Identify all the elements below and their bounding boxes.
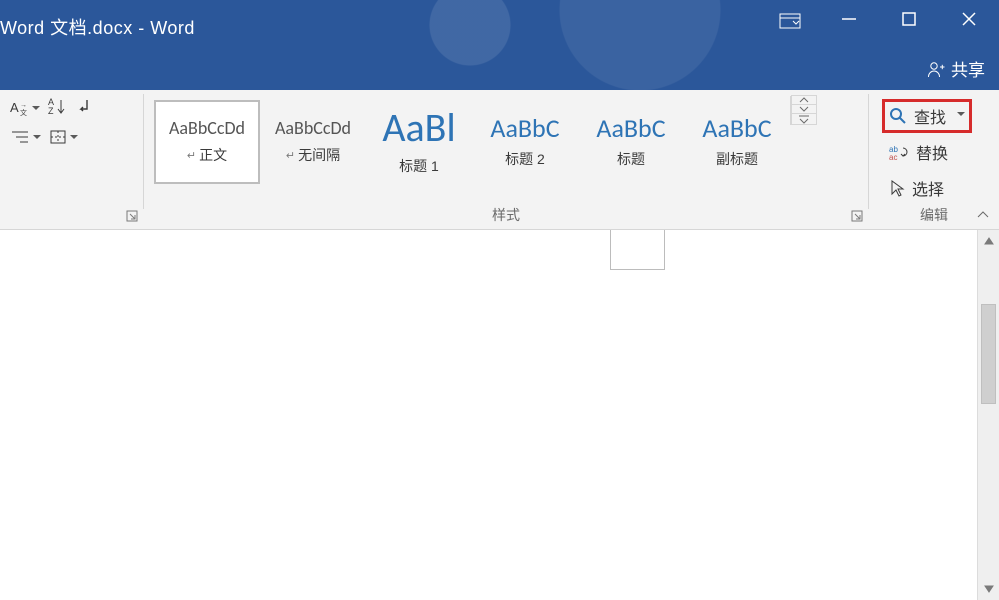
styles-gallery-scroll	[790, 96, 816, 125]
svg-text:ac: ac	[889, 153, 897, 160]
window-controls	[819, 0, 999, 38]
style-preview: AaBbC	[702, 115, 771, 141]
scroll-down-button[interactable]	[978, 578, 999, 600]
share-button[interactable]: 共享	[927, 56, 985, 81]
select-button[interactable]: 选择	[885, 174, 969, 202]
svg-text:Z: Z	[48, 106, 54, 115]
styles-group: AaBbCcDd ↵正文 AaBbCcDd ↵无间隔 AaBl 标题 1 AaBbC 标题 2…	[144, 90, 868, 229]
style-item[interactable]: AaBbC 标题	[578, 100, 684, 184]
asian-layout-icon: A→文	[10, 99, 28, 117]
cursor-icon	[889, 179, 905, 197]
borders-button[interactable]	[49, 129, 78, 145]
asian-layout-button[interactable]: A→文	[10, 99, 40, 117]
paragraph-mark-icon: ↵	[286, 149, 295, 162]
svg-text:→: →	[20, 102, 27, 109]
find-dropdown-caret	[953, 107, 965, 125]
close-button[interactable]	[939, 0, 999, 38]
style-name: ↵正文	[187, 145, 227, 165]
sort-button[interactable]: AZ	[48, 97, 66, 119]
replace-icon: abac	[889, 144, 909, 160]
paragraph-dialog-launcher[interactable]	[125, 207, 139, 221]
styles-group-label: 样式	[144, 205, 868, 229]
paragraph-group-label	[0, 205, 143, 229]
scrollbar-thumb[interactable]	[981, 304, 996, 404]
scroll-up-button[interactable]	[978, 230, 999, 252]
styles-dialog-launcher[interactable]	[850, 207, 864, 221]
share-label: 共享	[951, 56, 985, 81]
style-name: 标题 1	[399, 156, 439, 176]
style-item[interactable]: AaBbCcDd ↵正文	[154, 100, 260, 184]
styles-gallery: AaBbCcDd ↵正文 AaBbCcDd ↵无间隔 AaBl 标题 1 AaBbC 标题 2…	[154, 100, 790, 188]
ribbon-display-options-button[interactable]	[767, 8, 813, 34]
vertical-scrollbar[interactable]	[977, 230, 999, 600]
collapse-ribbon-button[interactable]	[975, 208, 991, 227]
style-item[interactable]: AaBbC 标题 2	[472, 100, 578, 184]
borders-icon	[49, 129, 67, 145]
window-title: Word 文档.docx - Word	[0, 14, 195, 40]
style-name: 标题 2	[505, 149, 545, 169]
list-indent-button[interactable]	[10, 129, 41, 145]
search-icon	[889, 107, 907, 125]
style-name: ↵无间隔	[286, 145, 340, 165]
style-item[interactable]: AaBbCcDd ↵无间隔	[260, 100, 366, 184]
show-paragraph-marks-button[interactable]	[74, 96, 92, 119]
style-item[interactable]: AaBbC 副标题	[684, 100, 790, 184]
find-label: 查找	[914, 104, 946, 128]
document-page[interactable]	[0, 230, 977, 600]
select-label: 选择	[912, 176, 944, 200]
sort-icon: AZ	[48, 97, 66, 115]
maximize-button[interactable]	[879, 0, 939, 38]
replace-label: 替换	[916, 140, 948, 164]
list-indent-icon	[10, 129, 30, 145]
paragraph-group: A→文 AZ	[0, 90, 143, 229]
style-name: 副标题	[716, 149, 758, 169]
ribbon: A→文 AZ	[0, 90, 999, 230]
find-button[interactable]: 查找	[885, 102, 969, 130]
document-area	[0, 230, 999, 600]
scrollbar-track[interactable]	[978, 252, 999, 578]
share-person-icon	[927, 60, 945, 78]
paragraph-mark-icon: ↵	[187, 149, 196, 162]
style-preview: AaBbCcDd	[275, 119, 351, 137]
style-item[interactable]: AaBl 标题 1	[366, 100, 472, 184]
style-preview: AaBbC	[596, 115, 665, 141]
ruler-fragment	[610, 230, 665, 270]
svg-text:文: 文	[20, 108, 27, 117]
style-preview: AaBbC	[490, 115, 559, 141]
style-preview: AaBbCcDd	[169, 119, 245, 137]
title-bar: Word 文档.docx - Word 共享	[0, 0, 999, 90]
gallery-more-button[interactable]	[791, 113, 817, 125]
replace-button[interactable]: abac 替换	[885, 138, 969, 166]
minimize-button[interactable]	[819, 0, 879, 38]
svg-text:A: A	[10, 100, 19, 115]
pilcrow-return-icon	[74, 96, 92, 114]
style-name: 标题	[617, 149, 645, 169]
style-preview: AaBl	[382, 108, 455, 148]
